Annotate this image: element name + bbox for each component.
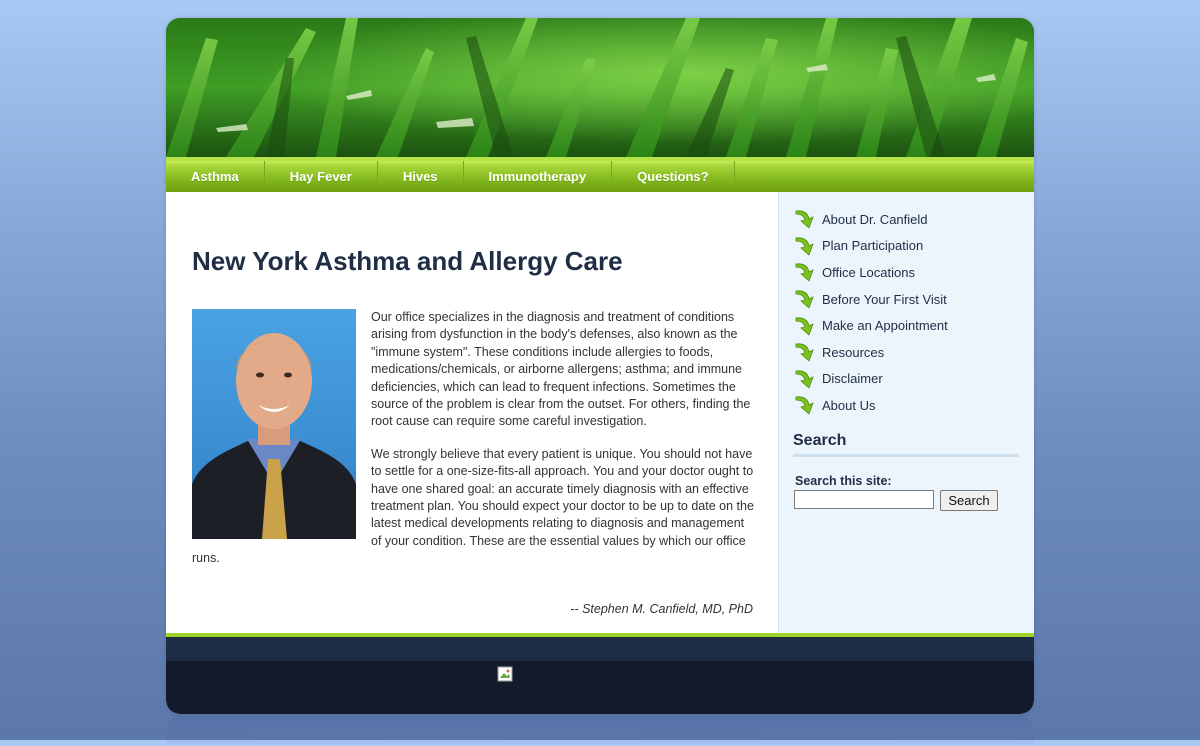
grass-banner-image	[166, 18, 1034, 157]
green-arrow-icon	[795, 237, 814, 256]
main-content: New York Asthma and Allergy Care Our off…	[166, 192, 779, 633]
search-button[interactable]: Search	[940, 490, 998, 511]
search-heading: Search	[793, 432, 1019, 457]
page-container: Asthma Hay Fever Hives Immunotherapy Que…	[166, 18, 1034, 714]
nav-item-asthma[interactable]: Asthma	[166, 161, 265, 192]
sidebar-item-label: Office Locations	[822, 264, 915, 280]
green-arrow-icon	[795, 396, 814, 416]
green-arrow-icon	[795, 210, 814, 229]
sidebar-item-office-locations[interactable]: Office Locations	[793, 259, 948, 286]
sidebar-item-label: Before Your First Visit	[822, 291, 947, 307]
intro-text: Our office specializes in the diagnosis …	[192, 309, 754, 583]
broken-image-icon	[497, 666, 513, 682]
nav-item-hay-fever[interactable]: Hay Fever	[265, 161, 378, 192]
green-arrow-icon	[795, 343, 814, 362]
header-banner	[166, 18, 1034, 157]
sidebar-item-before-first-visit[interactable]: Before Your First Visit	[793, 286, 948, 313]
sidebar-item-label: About Us	[822, 397, 876, 413]
page-title: New York Asthma and Allergy Care	[192, 246, 623, 276]
page-reflection	[166, 716, 1034, 746]
sidebar-item-make-appointment[interactable]: Make an Appointment	[793, 312, 948, 339]
sidebar-item-disclaimer[interactable]: Disclaimer	[793, 366, 948, 393]
sidebar-item-label: About Dr. Canfield	[822, 211, 928, 227]
footer	[166, 661, 1034, 714]
sidebar-item-label: Plan Participation	[822, 238, 924, 254]
nav-item-immunotherapy[interactable]: Immunotherapy	[464, 161, 613, 192]
sidebar-item-plan-participation[interactable]: Plan Participation	[793, 233, 948, 260]
green-arrow-icon	[795, 317, 814, 336]
footer-top-band	[166, 637, 1034, 661]
main-navigation: Asthma Hay Fever Hives Immunotherapy Que…	[166, 157, 1034, 192]
nav-item-questions[interactable]: Questions?	[612, 161, 735, 192]
search-label: Search this site:	[795, 474, 892, 488]
green-arrow-icon	[795, 370, 814, 389]
doctor-signature: -- Stephen M. Canfield, MD, PhD	[570, 602, 753, 616]
sidebar-links: About Dr. Canfield Plan Participation Of…	[793, 206, 948, 419]
sidebar-item-about-dr-canfield[interactable]: About Dr. Canfield	[793, 206, 948, 233]
sidebar: About Dr. Canfield Plan Participation Of…	[779, 192, 1034, 633]
green-arrow-icon	[795, 290, 814, 309]
sidebar-item-about-us[interactable]: About Us	[793, 392, 948, 419]
nav-item-hives[interactable]: Hives	[378, 161, 464, 192]
sidebar-item-label: Resources	[822, 344, 885, 360]
sidebar-item-label: Make an Appointment	[822, 318, 948, 334]
sidebar-item-label: Disclaimer	[822, 371, 883, 387]
sidebar-item-resources[interactable]: Resources	[793, 339, 948, 366]
search-input[interactable]	[794, 490, 934, 509]
green-arrow-icon	[795, 263, 814, 283]
nav-list: Asthma Hay Fever Hives Immunotherapy Que…	[166, 161, 1034, 192]
photo-spacer	[192, 309, 371, 541]
